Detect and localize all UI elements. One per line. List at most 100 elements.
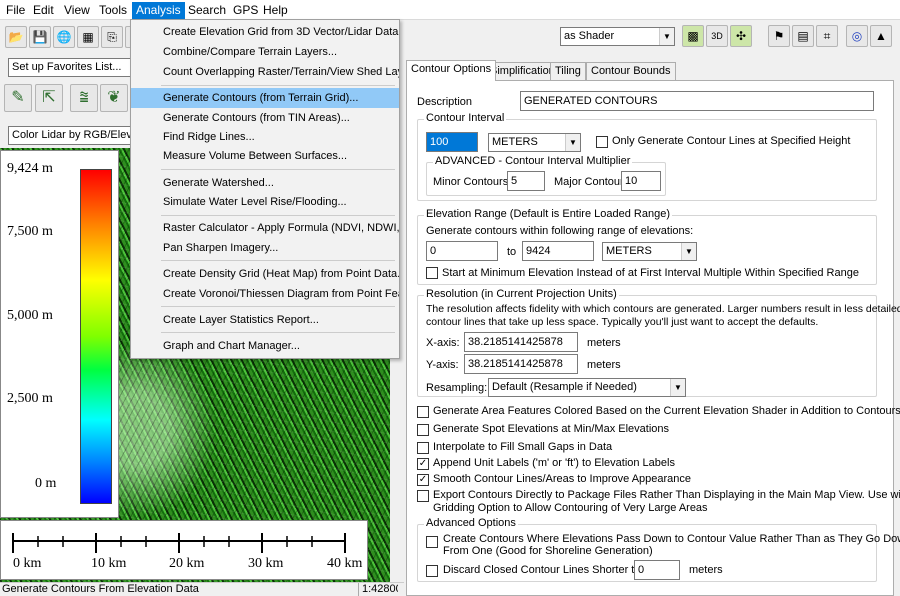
shader-swap-icon[interactable]: ✣ (730, 25, 752, 47)
advanced-multiplier-group: ADVANCED - Contour Interval Multiplier M… (426, 155, 666, 196)
menu-help[interactable]: Help (259, 2, 292, 19)
export-package-checkbox[interactable] (417, 490, 429, 502)
globe-icon[interactable]: 🌐 (53, 26, 75, 48)
interval-input[interactable]: 100 (426, 132, 478, 152)
start-min-checkbox[interactable] (426, 267, 438, 279)
interval-units-select[interactable]: METERS ▼ (488, 133, 581, 152)
resolution-group: Resolution (in Current Projection Units)… (417, 288, 900, 397)
major-contours-input[interactable]: 10 (621, 171, 661, 191)
resampling-select[interactable]: Default (Resample if Needed) ▼ (488, 378, 686, 397)
edit-feature-icon[interactable]: ✎ (4, 84, 32, 112)
append-unit-labels-checkbox[interactable]: ✓ (417, 458, 429, 470)
chevron-down-icon: ▼ (659, 28, 674, 45)
menu-separator (161, 85, 395, 86)
menu-file[interactable]: File (2, 2, 29, 19)
favorites-select[interactable]: Set up Favorites List... (8, 58, 132, 77)
x-axis-input[interactable]: 38.2185141425878 (464, 332, 578, 352)
menu-item[interactable]: Pan Sharpen Imagery... (131, 238, 399, 258)
menu-item[interactable]: Combine/Compare Terrain Layers... (131, 42, 399, 62)
menu-item[interactable]: Measure Volume Between Surfaces... (131, 146, 399, 166)
tab-contour-bounds[interactable]: Contour Bounds (586, 62, 676, 81)
to-label: to (507, 246, 517, 258)
menu-item[interactable]: Create Voronoi/Thiessen Diagram from Poi… (131, 284, 399, 304)
resampling-value: Default (Resample if Needed) (492, 381, 637, 393)
menubar: File Edit View Tools Analysis Search GPS… (0, 0, 900, 20)
flag-icon[interactable]: ⚑ (768, 25, 790, 47)
scale-label: 10 km (91, 556, 127, 571)
menu-separator (161, 306, 395, 307)
menu-separator (161, 332, 395, 333)
menu-item[interactable]: Create Layer Statistics Report... (131, 310, 399, 330)
menu-item[interactable]: Count Overlapping Raster/Terrain/View Sh… (131, 62, 399, 82)
elevation-units-value: METERS (606, 245, 652, 257)
menu-item[interactable]: Generate Contours (from TIN Areas)... (131, 108, 399, 128)
resolution-description-line2: contour lines that take up less space. T… (426, 316, 819, 328)
menu-item[interactable]: Find Ridge Lines... (131, 127, 399, 147)
grid-select-icon[interactable]: ⌗ (816, 25, 838, 47)
interpolate-gaps-checkbox[interactable] (417, 442, 429, 454)
scale-label: 0 km (13, 556, 42, 571)
menu-gps[interactable]: GPS (229, 2, 262, 19)
group-title: Advanced Options (424, 517, 518, 529)
menu-item[interactable]: Graph and Chart Manager... (131, 336, 399, 356)
menu-search[interactable]: Search (184, 2, 230, 19)
copy-icon[interactable]: ⎘ (101, 26, 123, 48)
open-folder-icon[interactable]: 📂 (5, 26, 27, 48)
menu-tools[interactable]: Tools (95, 2, 131, 19)
save-icon[interactable]: 💾 (29, 26, 51, 48)
interval-units-value: METERS (492, 136, 538, 148)
menu-item[interactable]: Create Elevation Grid from 3D Vector/Lid… (131, 22, 399, 42)
menu-item[interactable]: Create Density Grid (Heat Map) from Poin… (131, 264, 399, 284)
elevation-from-input[interactable]: 0 (426, 241, 498, 261)
tab-tiling[interactable]: Tiling (550, 62, 586, 81)
y-axis-input[interactable]: 38.2185141425878 (464, 354, 578, 374)
shader-options-icon[interactable]: ▩ (682, 25, 704, 47)
menu-item[interactable]: Raster Calculator - Apply Formula (NDVI,… (131, 218, 399, 238)
resolution-description-line1: The resolution affects fidelity with whi… (426, 303, 900, 315)
spot-elevations-checkbox[interactable] (417, 424, 429, 436)
digitize-line-icon[interactable]: ⩰ (70, 84, 98, 112)
group-title: ADVANCED - Contour Interval Multiplier (433, 155, 633, 167)
status-scale: 1:42800 (358, 583, 398, 596)
chevron-down-icon: ▼ (670, 379, 685, 396)
area-features-checkbox[interactable] (417, 406, 429, 418)
group-title: Resolution (in Current Projection Units) (424, 288, 619, 300)
discard-length-input[interactable]: 0 (634, 560, 680, 580)
option-label: Interpolate to Fill Small Gaps in Data (433, 441, 613, 453)
option-label: Append Unit Labels ('m' or 'ft') to Elev… (433, 457, 675, 469)
discard-short-checkbox[interactable] (426, 565, 438, 577)
tab-simplification[interactable]: Simplification (485, 62, 560, 81)
major-contours-label: Major Contours (554, 176, 630, 188)
north-arrow-icon[interactable]: ▲ (870, 25, 892, 47)
shader-select[interactable]: as Shader ▼ (560, 27, 675, 46)
menu-edit[interactable]: Edit (29, 2, 58, 19)
legend-label: 9,424 m (7, 161, 53, 176)
only-specified-label: Only Generate Contour Lines at Specified… (612, 135, 851, 147)
edit-vertex-icon[interactable]: ⇱ (35, 84, 63, 112)
menu-item[interactable]: Simulate Water Level Rise/Flooding... (131, 192, 399, 212)
color-mode-select[interactable]: Color Lidar by RGB/Elev (8, 126, 132, 145)
description-input[interactable]: GENERATED CONTOURS (520, 91, 874, 111)
layer-manager-icon[interactable]: ▦ (77, 26, 99, 48)
3d-view-icon[interactable]: 3D (706, 25, 728, 47)
target-icon[interactable]: ◎ (846, 25, 868, 47)
create-contours-line2: From One (Good for Shoreline Generation) (443, 545, 653, 557)
chevron-down-icon: ▼ (565, 134, 580, 151)
only-specified-checkbox[interactable] (596, 136, 608, 148)
minor-contours-input[interactable]: 5 (507, 171, 545, 191)
digitize-area-icon[interactable]: ❦ (100, 84, 128, 112)
minor-contours-label: Minor Contours (433, 176, 509, 188)
smooth-contours-checkbox[interactable]: ✓ (417, 474, 429, 486)
menu-item-generate-contours-grid[interactable]: Generate Contours (from Terrain Grid)... (131, 88, 399, 108)
page-icon[interactable]: ▤ (792, 25, 814, 47)
menu-view[interactable]: View (60, 2, 94, 19)
elevation-units-select[interactable]: METERS ▼ (602, 242, 697, 261)
shader-select-value: as Shader (564, 30, 615, 42)
create-contours-down-checkbox[interactable] (426, 536, 438, 548)
tab-contour-options[interactable]: Contour Options (406, 60, 497, 81)
menu-analysis[interactable]: Analysis (132, 2, 185, 19)
menu-item[interactable]: Generate Watershed... (131, 173, 399, 193)
y-axis-unit: meters (587, 359, 621, 371)
elevation-to-input[interactable]: 9424 (522, 241, 594, 261)
menu-separator (161, 169, 395, 170)
